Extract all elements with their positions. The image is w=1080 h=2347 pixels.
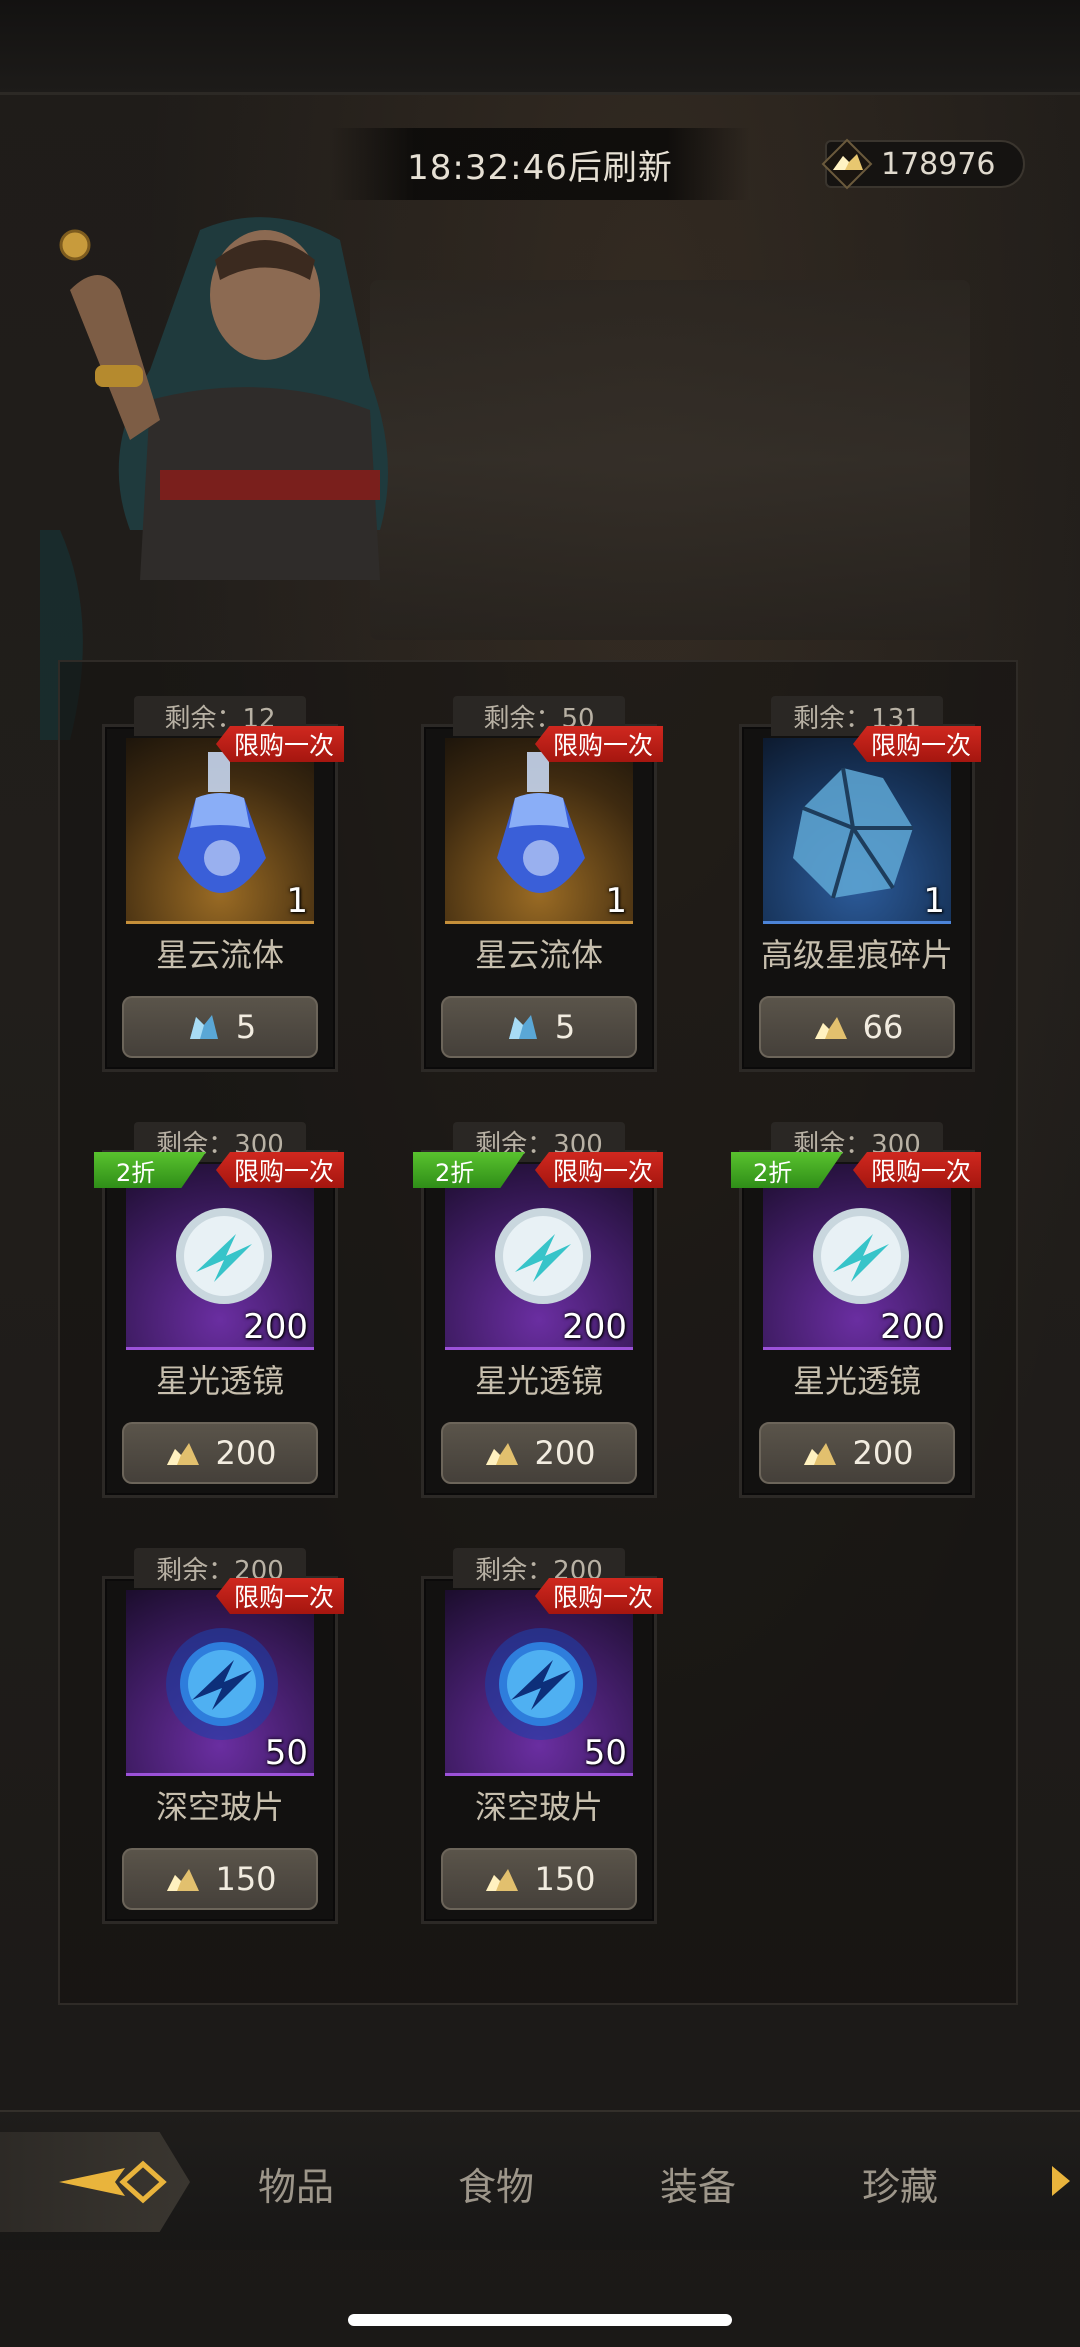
buy-button[interactable]: 66	[759, 996, 955, 1058]
refresh-timer: 18:32:46后刷新	[330, 128, 750, 200]
limit-tag-text: 限购一次	[233, 1157, 334, 1186]
buy-button[interactable]: 200	[122, 1422, 318, 1484]
limit-tag: 限购一次	[852, 1152, 981, 1188]
price-text: 200	[215, 1434, 277, 1472]
item-name: 星光透镜	[474, 1362, 603, 1400]
buy-button[interactable]: 150	[441, 1848, 637, 1910]
item-quantity: 200	[880, 1307, 945, 1347]
limit-tag-text: 限购一次	[233, 731, 334, 760]
item-name: 星云流体	[474, 936, 603, 974]
gold-crystal-icon	[167, 1869, 200, 1891]
shop-item-card[interactable]: 剩余：200 50 限购一次 深空玻片 150	[102, 1548, 344, 1924]
price-text: 200	[852, 1434, 914, 1472]
limit-tag-text: 限购一次	[870, 1157, 971, 1186]
shop-item-card[interactable]: 剩余：12 1 限购一次 星云流体 5	[102, 696, 344, 1072]
item-art: 200	[126, 1164, 314, 1350]
limit-tag-text: 限购一次	[552, 1157, 653, 1186]
tab-food[interactable]: 食物	[458, 2156, 534, 2211]
chevron-right-icon[interactable]	[1050, 2164, 1072, 2198]
limit-tag-text: 限购一次	[552, 731, 653, 760]
limit-tag: 限购一次	[215, 726, 344, 762]
discount-tag-text: 2折	[435, 1158, 475, 1187]
arrow-diamond-icon	[59, 2160, 167, 2204]
gold-crystal-icon	[167, 1443, 200, 1465]
item-art: 1	[126, 738, 314, 924]
tab-featured[interactable]	[0, 2132, 190, 2232]
limit-tag: 限购一次	[534, 1578, 663, 1614]
price-text: 5	[554, 1008, 576, 1046]
shop-item-card[interactable]: 剩余：200 50 限购一次 深空玻片 150	[421, 1548, 663, 1924]
gold-crystal-icon	[804, 1443, 837, 1465]
currency-amount: 178976	[881, 146, 996, 182]
discount-tag-text: 2折	[753, 1158, 793, 1187]
discount-tag-text: 2折	[116, 1158, 156, 1187]
item-quantity: 200	[243, 1307, 308, 1347]
price-text: 66	[862, 1008, 904, 1046]
limit-tag: 限购一次	[534, 1152, 663, 1188]
item-name: 星云流体	[155, 936, 284, 974]
item-quantity: 1	[605, 881, 627, 921]
item-name: 星光透镜	[792, 1362, 921, 1400]
blue-crystal-icon	[189, 1015, 218, 1039]
limit-tag-text: 限购一次	[870, 731, 971, 760]
merchant-scene	[0, 200, 1080, 740]
buy-button[interactable]: 200	[441, 1422, 637, 1484]
limit-tag: 限购一次	[852, 726, 981, 762]
tab-collection[interactable]: 珍藏	[862, 2156, 938, 2211]
shop-item-card[interactable]: 剩余：50 1 限购一次 星云流体 5	[421, 696, 663, 1072]
price-text: 5	[235, 1008, 257, 1046]
item-quantity: 1	[923, 881, 945, 921]
price-text: 150	[215, 1860, 277, 1898]
shop-item-card[interactable]: 剩余：300 200 2折 限购一次 星光透镜 200	[94, 1122, 344, 1498]
item-name: 星光透镜	[155, 1362, 284, 1400]
home-indicator[interactable]	[348, 2314, 732, 2326]
limit-tag: 限购一次	[215, 1152, 344, 1188]
shop-item-card[interactable]: 剩余：300 200 2折 限购一次 星光透镜 200	[413, 1122, 663, 1498]
buy-button[interactable]: 5	[441, 996, 637, 1058]
item-quantity: 200	[562, 1307, 627, 1347]
item-art: 1	[445, 738, 633, 924]
tab-equipment[interactable]: 装备	[660, 2156, 736, 2211]
limit-tag: 限购一次	[215, 1578, 344, 1614]
item-art: 200	[763, 1164, 951, 1350]
shop-item-card[interactable]: 剩余：300 200 2折 限购一次 星光透镜 200	[731, 1122, 981, 1498]
limit-tag-text: 限购一次	[552, 1583, 653, 1612]
item-quantity: 1	[286, 881, 308, 921]
item-name: 高级星痕碎片	[760, 936, 953, 974]
gold-crystal-icon	[486, 1869, 519, 1891]
item-name: 深空玻片	[474, 1788, 603, 1826]
item-quantity: 50	[583, 1733, 627, 1773]
gold-crystal-icon	[821, 138, 873, 190]
item-art: 50	[126, 1590, 314, 1776]
item-quantity: 50	[264, 1733, 308, 1773]
item-art: 50	[445, 1590, 633, 1776]
item-art: 1	[763, 738, 951, 924]
shop-screen: { "header": { "refresh_text": "18:32:46后…	[0, 0, 1080, 2347]
shop-item-card[interactable]: 剩余：131 1 限购一次 高级星痕碎片 66	[739, 696, 981, 1072]
limit-tag-text: 限购一次	[233, 1583, 334, 1612]
tab-items[interactable]: 物品	[258, 2156, 334, 2211]
refresh-timer-text: 18:32:46后刷新	[407, 147, 673, 188]
item-name: 深空玻片	[155, 1788, 284, 1826]
blue-crystal-icon	[508, 1015, 537, 1039]
top-frame-decoration	[0, 0, 1080, 95]
limit-tag: 限购一次	[534, 726, 663, 762]
gold-crystal-icon	[486, 1443, 519, 1465]
buy-button[interactable]: 5	[122, 996, 318, 1058]
gold-crystal-icon	[814, 1017, 847, 1039]
buy-button[interactable]: 150	[122, 1848, 318, 1910]
price-text: 150	[534, 1860, 596, 1898]
price-text: 200	[534, 1434, 596, 1472]
buy-button[interactable]: 200	[759, 1422, 955, 1484]
item-art: 200	[445, 1164, 633, 1350]
currency-display: 178976	[821, 138, 1025, 190]
